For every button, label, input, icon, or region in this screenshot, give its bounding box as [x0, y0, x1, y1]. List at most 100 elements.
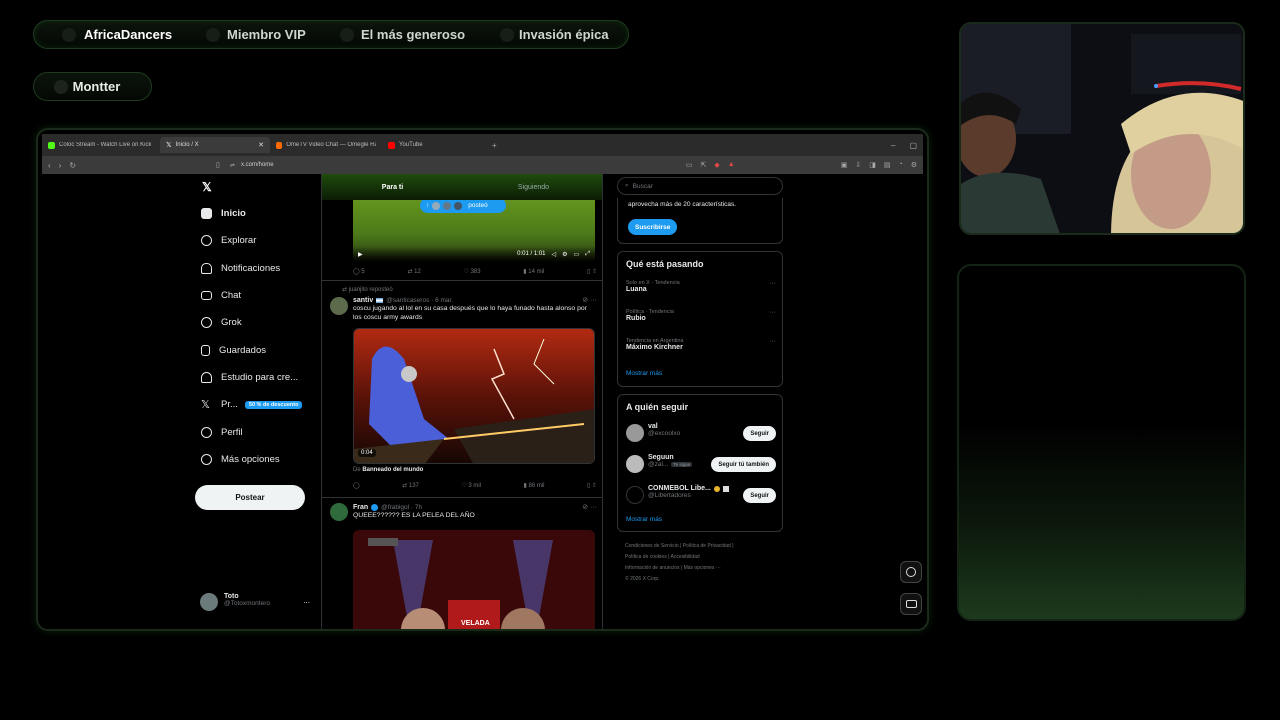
- tab-siguiendo[interactable]: Siguiendo: [463, 174, 602, 200]
- footer-link[interactable]: Más opciones ···: [684, 565, 721, 571]
- footer-link[interactable]: Accesibilidad: [671, 554, 700, 560]
- verified-icon: [371, 503, 379, 511]
- download-icon[interactable]: ⇩: [855, 161, 861, 169]
- new-posts-pill[interactable]: ↑ posteó: [420, 198, 506, 213]
- browser-tab[interactable]: YouTube: [382, 137, 492, 153]
- trend-item[interactable]: Solo en X · Tendencia Luana ···: [626, 280, 776, 293]
- follow-suggestion[interactable]: CONMEBOL Libe... @Libertadores Seguir: [626, 484, 776, 506]
- play-icon[interactable]: ▶: [358, 251, 363, 258]
- reply-button[interactable]: ◯ 5: [353, 268, 365, 275]
- footer-link[interactable]: Información de anuncios: [625, 565, 679, 571]
- like-count: 383: [470, 269, 481, 275]
- new-tab-button[interactable]: +: [492, 141, 497, 150]
- fullscreen-icon[interactable]: ⤢: [585, 251, 590, 258]
- tweet-media[interactable]: 0:04: [353, 328, 595, 464]
- search-input[interactable]: ⌕ Buscar: [617, 177, 783, 195]
- trend-item[interactable]: Política · Tendencia Rubio ···: [626, 309, 776, 322]
- repost-button[interactable]: ⇄ 137: [402, 482, 419, 489]
- grok-icon[interactable]: ⊘ ···: [582, 296, 597, 304]
- footer-link[interactable]: Política de cookies: [625, 554, 667, 560]
- messages-floating-button[interactable]: [900, 593, 922, 615]
- footer-link[interactable]: Condiciones de Servicio: [625, 543, 679, 549]
- nav-guardados[interactable]: Guardados: [197, 336, 320, 363]
- tweet-author[interactable]: Fran: [353, 504, 368, 511]
- like-button[interactable]: ♡ 3 mil: [461, 482, 481, 489]
- footer-link[interactable]: Política de Privacidad: [683, 543, 731, 549]
- forward-icon[interactable]: ›: [59, 161, 62, 170]
- profile-icon[interactable]: ◔: [898, 161, 902, 169]
- bookmark-icon[interactable]: ▯ ⇧: [587, 482, 597, 489]
- like-button[interactable]: ♡ 383: [464, 268, 481, 275]
- tweet-author[interactable]: santiv: [353, 297, 373, 304]
- pip-icon[interactable]: ▭: [574, 251, 580, 258]
- follow-show-more-link[interactable]: Mostrar más: [626, 516, 662, 523]
- extensions-icon[interactable]: ▣: [841, 161, 848, 169]
- back-icon[interactable]: ‹: [48, 161, 51, 170]
- reply-button[interactable]: ◯: [353, 482, 360, 489]
- follow-suggestion[interactable]: val @excoolxo Seguir: [626, 422, 776, 444]
- nav-grok[interactable]: Grok: [197, 309, 320, 336]
- settings-icon[interactable]: ⚙: [911, 161, 917, 169]
- more-icon[interactable]: ···: [769, 309, 776, 316]
- media-source-name: Banneado del mundo: [362, 467, 424, 473]
- creator-studio-icon: [201, 371, 212, 383]
- follow-button[interactable]: Seguir: [743, 426, 776, 441]
- bookmark-icon[interactable]: ▯ ⇧: [587, 268, 597, 275]
- nav-premium[interactable]: 𝕏 Pr... 50 % de descuento: [197, 391, 320, 418]
- x-logo-icon[interactable]: 𝕏: [197, 174, 320, 200]
- extension-icon[interactable]: ▲: [728, 161, 735, 169]
- follow-suggestion[interactable]: Seguun @zal... Te sigue Seguir tú tambié…: [626, 453, 776, 475]
- nav-estudio[interactable]: Estudio para cre...: [197, 364, 320, 391]
- maximize-icon[interactable]: ▢: [909, 141, 917, 150]
- account-switcher[interactable]: Toto @Totoxmontero ...: [200, 590, 310, 614]
- browser-tab-active[interactable]: 𝕏 Inicio / X ✕: [160, 137, 270, 153]
- tweet-video[interactable]: ↑ posteó ▶ 0:01 / 1:01 ◁ ⚙ ▭ ⤢: [353, 192, 595, 262]
- split-icon[interactable]: ▤: [884, 161, 891, 169]
- trends-show-more-link[interactable]: Mostrar más: [626, 370, 662, 377]
- more-icon[interactable]: ···: [769, 338, 776, 345]
- post-button[interactable]: Postear: [195, 485, 305, 510]
- views-button[interactable]: ▮ 14 mil: [523, 268, 544, 275]
- follow-button[interactable]: Seguir: [743, 488, 776, 503]
- more-icon[interactable]: ···: [769, 280, 776, 287]
- tweet[interactable]: ⇄ juanjito reposteó santiv @santicaseros…: [322, 281, 602, 498]
- browser-tab[interactable]: Coloc Stream - Watch Live on Kick: [42, 137, 160, 153]
- tweet[interactable]: Fran @frabigol · 7h ⊘ ··· QUEEE?????? ES…: [322, 498, 602, 629]
- sidebar-toggle-icon[interactable]: ◨: [869, 161, 876, 169]
- more-icon[interactable]: ...: [303, 596, 310, 605]
- reload-icon[interactable]: ↻: [69, 161, 76, 170]
- media-source[interactable]: De Banneado del mundo: [353, 467, 423, 473]
- bookmark-page-icon[interactable]: ▯: [216, 161, 220, 169]
- cast-icon[interactable]: ▭: [686, 161, 693, 169]
- nav-inicio[interactable]: Inicio: [197, 200, 320, 227]
- browser-tab[interactable]: OmeTV Video Chat — Omegle Rando: [270, 137, 382, 153]
- discount-badge: 50 % de descuento: [244, 400, 303, 409]
- nav-chat[interactable]: Chat: [197, 282, 320, 309]
- close-tab-icon[interactable]: ✕: [258, 141, 264, 149]
- settings-icon[interactable]: ⚙: [562, 251, 567, 258]
- nav-mas-opciones[interactable]: Más opciones: [197, 446, 320, 473]
- repost-button[interactable]: ⇄ 12: [407, 268, 420, 275]
- nav-explorar[interactable]: Explorar: [197, 227, 320, 254]
- nav-notificaciones[interactable]: Notificaciones: [197, 255, 320, 282]
- footer-copyright: © 2026 X Corp.: [625, 576, 660, 582]
- grok-icon[interactable]: ⊘ ···: [582, 503, 597, 511]
- avatar[interactable]: [330, 503, 348, 521]
- tab-para-ti[interactable]: Para ti: [322, 174, 463, 200]
- avatar[interactable]: [330, 297, 348, 315]
- extension-icon[interactable]: ◆: [714, 161, 719, 169]
- suggestion-name: val: [648, 423, 658, 430]
- subscribe-button[interactable]: Suscribirse: [628, 219, 678, 235]
- volume-icon[interactable]: ◁: [552, 251, 557, 258]
- minimize-icon[interactable]: –: [891, 141, 895, 150]
- tweet-media[interactable]: VELADA: [353, 530, 595, 629]
- follow-back-button[interactable]: Seguir tú también: [711, 457, 776, 472]
- url-field[interactable]: x.com/home: [241, 162, 274, 168]
- nav-perfil[interactable]: Perfil: [197, 418, 320, 445]
- trend-item[interactable]: Tendencia en Argentina Máximo Kirchner ·…: [626, 338, 776, 351]
- share-icon[interactable]: ⇱: [701, 161, 707, 169]
- avatar: [454, 201, 463, 210]
- grok-floating-button[interactable]: [900, 561, 922, 583]
- views-button[interactable]: ▮ 86 mil: [524, 482, 545, 489]
- site-info-icon[interactable]: ⇌: [230, 162, 235, 169]
